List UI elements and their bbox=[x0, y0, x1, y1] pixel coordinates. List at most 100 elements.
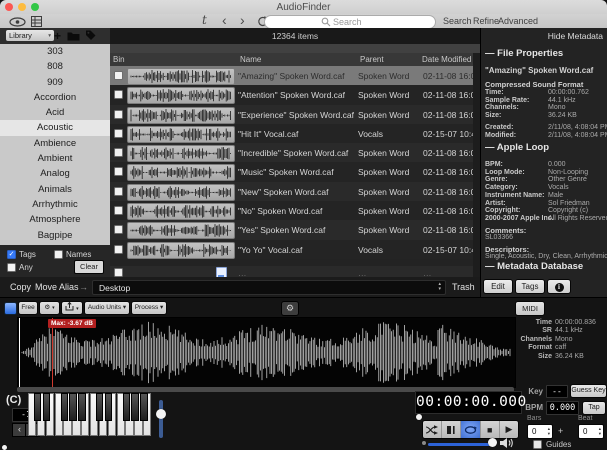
destination-select[interactable]: Desktop ▴▾ bbox=[92, 280, 446, 295]
copy-button[interactable]: Copy bbox=[10, 282, 31, 292]
bin-checkbox[interactable] bbox=[114, 245, 123, 254]
table-row[interactable]: "Incredible" Spoken Word.caf Spoken Word… bbox=[110, 143, 480, 162]
shuffle-button[interactable] bbox=[423, 421, 442, 438]
waveform-display[interactable]: Max: -3.67 dB bbox=[17, 317, 516, 388]
stop-button[interactable]: ■ bbox=[481, 421, 500, 438]
bars-stepper[interactable]: 0 ▴▾ bbox=[527, 424, 553, 439]
table-row[interactable]: "No" Spoken Word.caf Spoken Word 02-11-0… bbox=[110, 201, 480, 220]
sidebar-item[interactable]: 808 bbox=[0, 59, 110, 74]
refine-button[interactable]: Refine bbox=[473, 16, 499, 26]
guess-key-button[interactable]: Guess Key bbox=[570, 384, 607, 398]
tags-checkbox[interactable]: ✓ bbox=[7, 250, 16, 259]
eye-icon[interactable] bbox=[9, 17, 26, 27]
midi-button[interactable]: MIDI bbox=[515, 301, 545, 316]
process-dropdown[interactable]: Process ▾ bbox=[131, 301, 167, 315]
column-name[interactable]: Name bbox=[240, 55, 261, 64]
move-button[interactable]: Move bbox=[35, 282, 57, 292]
forward-icon[interactable]: › bbox=[240, 13, 245, 27]
metadata-database-header[interactable]: — Metadata Database bbox=[485, 261, 583, 272]
bin-checkbox[interactable] bbox=[114, 148, 123, 157]
pitch-slider[interactable] bbox=[159, 400, 163, 438]
table-row[interactable]: "Yo Yo" Vocal.caf Vocals 02-15-07 10:4 bbox=[110, 240, 480, 259]
trash-button[interactable]: Trash bbox=[452, 282, 475, 292]
tap-tempo-button[interactable]: Tap bbox=[582, 401, 606, 415]
advanced-button[interactable]: Advanced bbox=[498, 16, 538, 26]
table-row[interactable]: "New" Spoken Word.caf Spoken Word 02-11-… bbox=[110, 182, 480, 201]
column-bin[interactable]: Bin bbox=[113, 55, 125, 64]
column-date[interactable]: Date Modified bbox=[422, 55, 471, 64]
bin-checkbox[interactable] bbox=[114, 129, 123, 138]
piano-black-key[interactable] bbox=[123, 393, 130, 421]
pitch-slider-handle[interactable] bbox=[156, 409, 166, 419]
piano-black-key[interactable] bbox=[43, 393, 50, 421]
piano-black-key[interactable] bbox=[105, 393, 112, 421]
waveform-thumbnail[interactable] bbox=[127, 184, 235, 201]
waveform-thumbnail[interactable] bbox=[127, 145, 235, 162]
list-view-icon[interactable] bbox=[31, 16, 42, 27]
add-collection-button[interactable]: + bbox=[54, 29, 61, 43]
bin-checkbox[interactable] bbox=[114, 187, 123, 196]
table-row[interactable]: "Music" Spoken Word.caf Spoken Word 02-1… bbox=[110, 162, 480, 181]
table-row-partial[interactable]: … … … bbox=[110, 266, 480, 277]
waveform-thumbnail[interactable] bbox=[127, 164, 235, 181]
library-dropdown[interactable]: Library ▾ bbox=[6, 30, 54, 41]
sidebar-item[interactable]: Bagpipe bbox=[0, 228, 110, 243]
hide-metadata-button[interactable]: Hide Metadata bbox=[548, 31, 603, 41]
waveform-thumbnail[interactable] bbox=[127, 222, 235, 239]
beat-stepper[interactable]: 0 ▴▾ bbox=[578, 424, 604, 439]
edit-button[interactable]: Edit bbox=[483, 279, 513, 294]
bin-checkbox[interactable] bbox=[114, 90, 123, 99]
gear-dropdown-button[interactable]: ⚙ ▾ bbox=[39, 301, 60, 315]
stepper-icon[interactable]: ▴▾ bbox=[438, 282, 441, 292]
volume-slider-handle[interactable] bbox=[488, 438, 497, 447]
position-scrubber-handle[interactable] bbox=[416, 414, 422, 420]
loop-button[interactable] bbox=[461, 421, 480, 438]
sidebar-item[interactable]: Atmosphere bbox=[0, 212, 110, 227]
waveform-thumbnail[interactable] bbox=[127, 107, 235, 124]
bin-checkbox[interactable] bbox=[114, 167, 123, 176]
sidebar-item[interactable]: Acid bbox=[0, 105, 110, 120]
waveform-thumbnail[interactable] bbox=[127, 242, 235, 259]
piano-black-key[interactable] bbox=[61, 393, 68, 421]
sidebar-item[interactable]: Arrhythmic bbox=[0, 197, 110, 212]
waveform-thumbnail[interactable] bbox=[127, 68, 235, 85]
bin-checkbox[interactable] bbox=[114, 268, 123, 277]
play-button[interactable]: ▶ bbox=[500, 421, 518, 438]
search-button[interactable]: Search bbox=[443, 16, 472, 26]
text-tool-icon[interactable]: t bbox=[202, 13, 207, 27]
waveform-thumbnail[interactable] bbox=[127, 203, 235, 220]
piano-black-key[interactable] bbox=[34, 393, 41, 421]
bin-checkbox[interactable] bbox=[114, 110, 123, 119]
names-checkbox[interactable] bbox=[54, 250, 63, 259]
back-icon[interactable]: ‹ bbox=[222, 13, 227, 27]
app-icon[interactable] bbox=[4, 302, 17, 315]
sidebar-item[interactable]: Analog bbox=[0, 166, 110, 181]
bpm-field[interactable]: 0.000 bbox=[546, 401, 579, 415]
piano-keyboard[interactable] bbox=[28, 393, 152, 436]
bin-checkbox[interactable] bbox=[114, 71, 123, 80]
piano-black-key[interactable] bbox=[78, 393, 85, 421]
waveform-thumbnail[interactable] bbox=[127, 87, 235, 104]
stepper-icon[interactable]: ▴▾ bbox=[599, 426, 601, 436]
share-dropdown-button[interactable]: ▾ bbox=[61, 301, 83, 315]
bin-checkbox[interactable] bbox=[114, 206, 123, 215]
bin-checkbox[interactable] bbox=[114, 225, 123, 234]
tag-icon[interactable] bbox=[85, 30, 96, 41]
playhead-marker[interactable] bbox=[52, 318, 53, 387]
play-once-button[interactable] bbox=[442, 421, 461, 438]
sidebar-item[interactable]: Acoustic bbox=[0, 120, 110, 135]
table-row[interactable]: "Experience" Spoken Word.caf Spoken Word… bbox=[110, 105, 480, 124]
info-button[interactable]: i bbox=[547, 279, 571, 294]
file-properties-header[interactable]: — File Properties bbox=[485, 48, 563, 59]
selection-start-marker[interactable] bbox=[19, 318, 20, 387]
piano-black-key[interactable] bbox=[96, 393, 103, 421]
search-field[interactable] bbox=[333, 17, 379, 27]
stepper-icon[interactable]: ▴▾ bbox=[548, 426, 550, 436]
sidebar-item[interactable]: Ambient bbox=[0, 151, 110, 166]
search-input[interactable] bbox=[264, 15, 436, 29]
table-row[interactable]: "Hit It" Vocal.caf Vocals 02-15-07 10:4 bbox=[110, 124, 480, 143]
table-row[interactable]: "Yes" Spoken Word.caf Spoken Word 02-11-… bbox=[110, 220, 480, 239]
tags-button[interactable]: Tags bbox=[515, 279, 545, 294]
waveform-thumbnail[interactable] bbox=[127, 126, 235, 143]
piano-black-key[interactable] bbox=[69, 393, 76, 421]
